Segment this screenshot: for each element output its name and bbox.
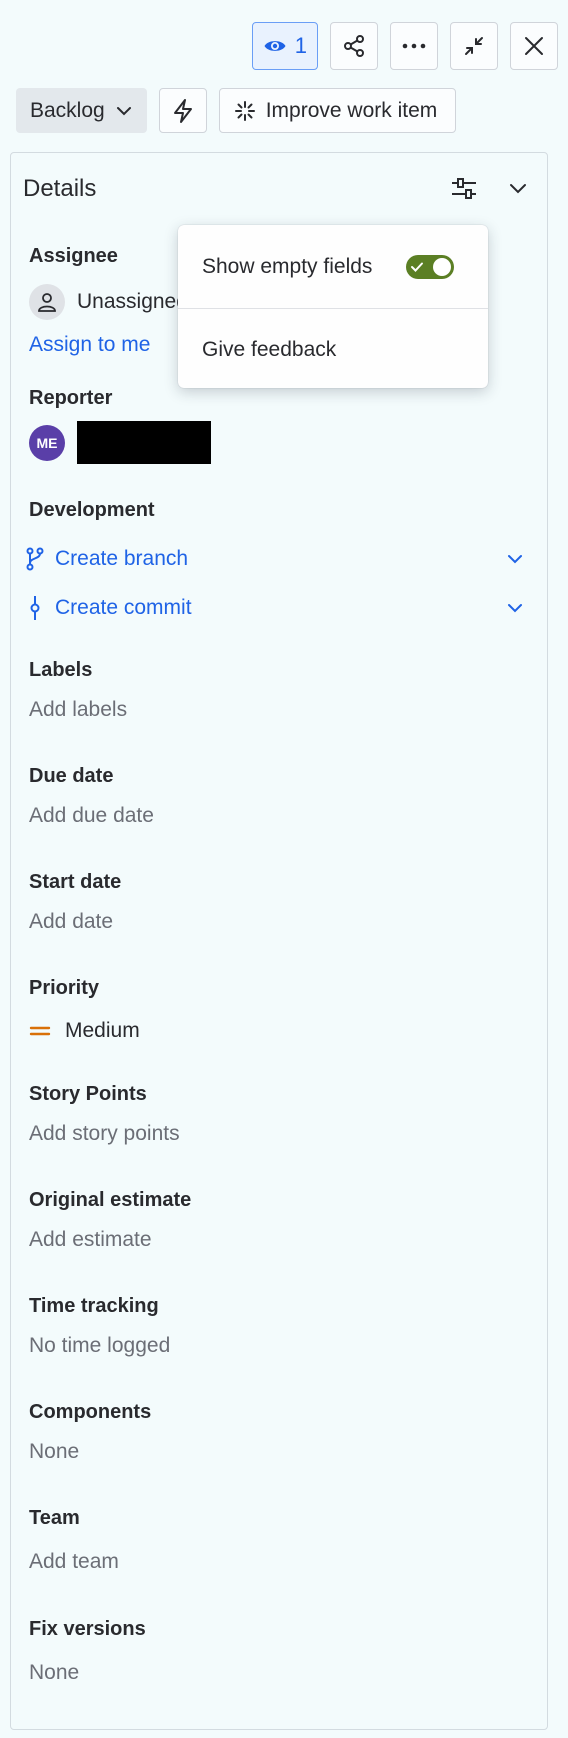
due-date-value: Add due date <box>29 804 154 827</box>
start-date-field[interactable]: Start date Add date <box>29 871 121 934</box>
components-field[interactable]: Components None <box>29 1401 151 1464</box>
automation-button[interactable] <box>158 88 207 133</box>
eye-icon <box>264 41 286 51</box>
status-label: Backlog <box>30 98 105 122</box>
team-value: Add team <box>29 1550 119 1573</box>
priority-value[interactable]: Medium <box>29 1019 140 1043</box>
original-estimate-field[interactable]: Original estimate Add estimate <box>29 1189 191 1252</box>
bolt-icon <box>173 98 192 123</box>
watch-count: 1 <box>294 33 307 58</box>
time-tracking-label: Time tracking <box>29 1295 159 1317</box>
labels-label: Labels <box>29 659 93 681</box>
story-points-value: Add story points <box>29 1122 180 1145</box>
configure-fields-button[interactable] <box>449 173 479 203</box>
create-commit-row[interactable]: Create commit <box>25 595 525 621</box>
fix-versions-value: None <box>29 1661 80 1684</box>
share-button[interactable] <box>330 22 378 70</box>
minimize-icon <box>465 37 483 55</box>
user-icon <box>38 293 56 312</box>
show-empty-fields-toggle[interactable] <box>406 255 454 279</box>
show-empty-fields-item[interactable]: Show empty fields <box>202 255 372 279</box>
assignee-field: Assignee <box>29 245 118 268</box>
assignee-value[interactable]: Unassigned <box>29 284 188 320</box>
reporter-value[interactable]: ME <box>29 421 211 464</box>
labels-value: Add labels <box>29 698 128 721</box>
assign-to-me-link[interactable]: Assign to me <box>29 333 150 357</box>
status-dropdown[interactable]: Backlog <box>16 88 147 133</box>
time-tracking-field[interactable]: Time tracking No time logged <box>29 1295 170 1358</box>
development-field: Development <box>29 499 155 522</box>
redacted-name <box>77 421 211 464</box>
toggle-knob <box>433 258 451 276</box>
close-button[interactable] <box>510 22 558 70</box>
chevron-down-icon <box>116 106 131 115</box>
assignee-label: Assignee <box>29 245 118 267</box>
start-date-value: Add date <box>29 910 114 933</box>
collapse-details-button[interactable] <box>507 177 529 199</box>
details-settings-popup: Show empty fields Give feedback <box>178 225 488 388</box>
chevron-down-icon <box>508 604 522 613</box>
more-icon <box>402 43 426 49</box>
priority-field: Priority <box>29 977 99 1000</box>
give-feedback-item[interactable]: Give feedback <box>202 338 336 362</box>
team-label: Team <box>29 1507 80 1529</box>
labels-field[interactable]: Labels Add labels <box>29 659 127 722</box>
due-date-label: Due date <box>29 765 114 787</box>
components-value: None <box>29 1440 80 1463</box>
time-tracking-value: No time logged <box>29 1334 171 1357</box>
action-row: Backlog Improve work item <box>16 88 457 133</box>
share-icon <box>344 35 364 57</box>
settings-sliders-icon <box>452 178 476 199</box>
priority-text: Medium <box>65 1019 140 1042</box>
priority-medium-icon <box>29 1026 51 1036</box>
minimize-button[interactable] <box>450 22 498 70</box>
more-button[interactable] <box>390 22 438 70</box>
branch-icon <box>26 547 44 571</box>
top-toolbar: 1 <box>251 22 558 70</box>
fix-versions-field[interactable]: Fix versions None <box>29 1618 146 1685</box>
chevron-down-icon <box>510 184 526 194</box>
create-branch-row[interactable]: Create branch <box>25 547 525 571</box>
reporter-field: Reporter <box>29 387 112 410</box>
priority-label: Priority <box>29 977 100 999</box>
close-icon <box>525 37 543 55</box>
commit-icon <box>30 596 40 620</box>
story-points-label: Story Points <box>29 1083 147 1105</box>
due-date-field[interactable]: Due date Add due date <box>29 765 154 828</box>
fix-versions-label: Fix versions <box>29 1618 146 1640</box>
start-date-label: Start date <box>29 871 122 893</box>
original-estimate-value: Add estimate <box>29 1228 152 1251</box>
sparkle-icon <box>234 100 255 121</box>
check-icon <box>411 262 423 272</box>
create-commit-link: Create commit <box>55 596 192 619</box>
avatar <box>29 284 65 320</box>
reporter-label: Reporter <box>29 387 113 409</box>
details-title: Details <box>23 175 97 202</box>
development-label: Development <box>29 499 155 521</box>
improve-label: Improve work item <box>265 98 438 122</box>
improve-work-item-button[interactable]: Improve work item <box>218 88 457 133</box>
chevron-down-icon <box>508 555 522 564</box>
components-label: Components <box>29 1401 152 1423</box>
story-points-field[interactable]: Story Points Add story points <box>29 1083 180 1146</box>
watch-button[interactable]: 1 <box>251 22 318 70</box>
avatar: ME <box>29 424 65 461</box>
details-panel: Details Assignee Unassigned Assign to me… <box>10 152 548 1730</box>
assignee-name: Unassigned <box>77 290 188 313</box>
team-field[interactable]: Team Add team <box>29 1507 119 1574</box>
create-branch-link: Create branch <box>55 547 189 570</box>
original-estimate-label: Original estimate <box>29 1189 192 1211</box>
divider <box>178 308 488 309</box>
